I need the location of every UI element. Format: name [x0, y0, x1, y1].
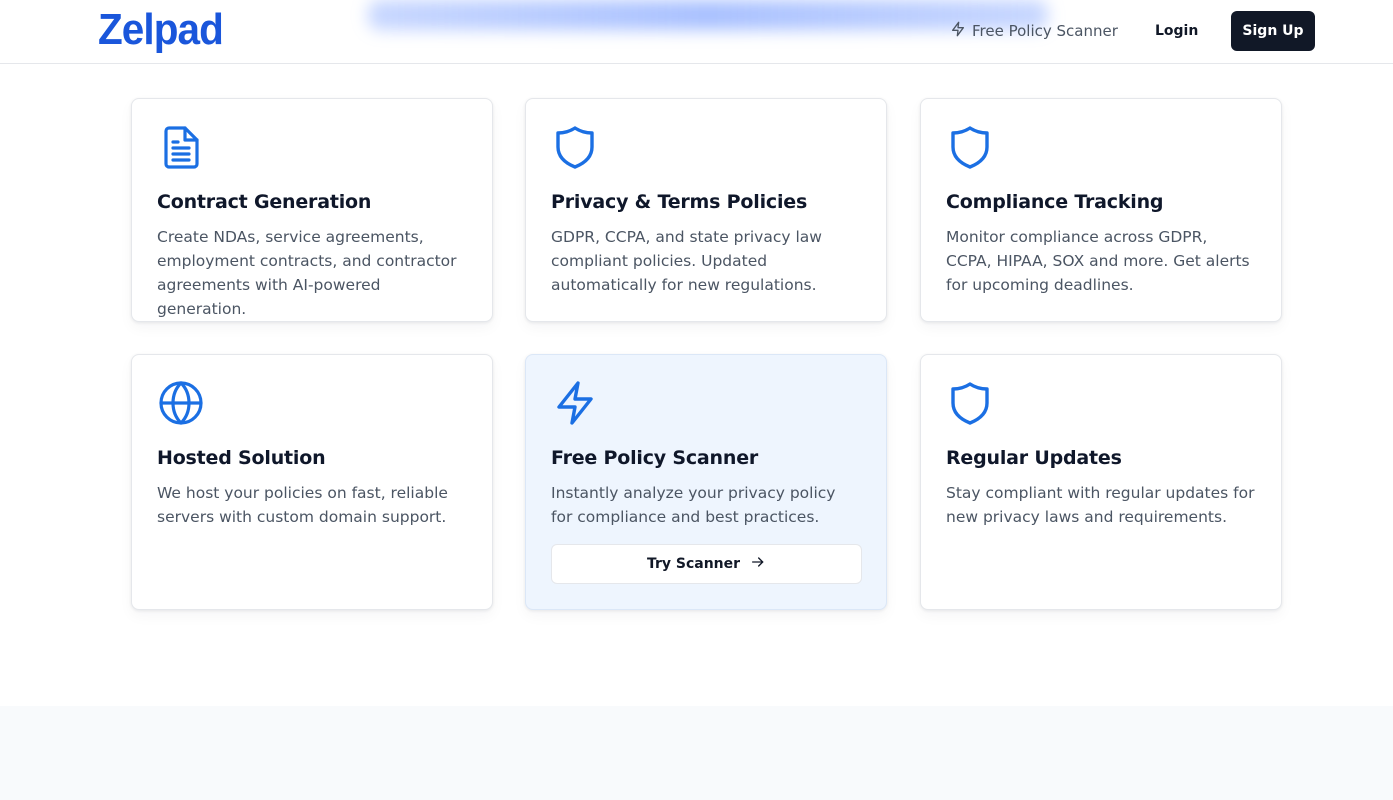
feature-title: Privacy & Terms Policies: [551, 191, 808, 213]
nav-free-policy-scanner-label: Free Policy Scanner: [972, 22, 1118, 40]
document-icon: [157, 123, 205, 171]
next-section-background: [0, 706, 1393, 800]
zelpad-logo[interactable]: Zelpad: [98, 2, 224, 58]
feature-title: Contract Generation: [157, 191, 372, 213]
top-navigation-bar: Zelpad Free Policy Scanner Login Sign Up: [0, 0, 1393, 64]
sign-up-button[interactable]: Sign Up: [1231, 11, 1315, 51]
feature-description: Create NDAs, service agreements, employm…: [157, 228, 457, 318]
feature-card-free-policy-scanner: Free Policy Scanner Instantly analyze yo…: [525, 354, 887, 610]
feature-card-privacy-terms-policies: Privacy & Terms Policies GDPR, CCPA, and…: [525, 98, 887, 322]
arrow-right-icon: [750, 554, 766, 574]
nav-free-policy-scanner-link[interactable]: Free Policy Scanner: [950, 18, 1118, 44]
feature-card-regular-updates: Regular Updates Stay compliant with regu…: [920, 354, 1282, 610]
feature-title: Regular Updates: [946, 447, 1122, 469]
login-link[interactable]: Login: [1155, 20, 1198, 42]
shield-icon: [946, 123, 994, 171]
feature-description: Instantly analyze your privacy policy fo…: [551, 484, 836, 526]
lightning-icon: [950, 21, 966, 41]
shield-icon: [946, 379, 994, 427]
blurred-announcement-banner: [368, 0, 1048, 30]
feature-card-compliance-tracking: Compliance Tracking Monitor compliance a…: [920, 98, 1282, 322]
feature-title: Hosted Solution: [157, 447, 326, 469]
feature-description: GDPR, CCPA, and state privacy law compli…: [551, 228, 822, 294]
feature-title: Compliance Tracking: [946, 191, 1164, 213]
try-scanner-button[interactable]: Try Scanner: [551, 544, 862, 584]
feature-description: We host your policies on fast, reliable …: [157, 484, 448, 526]
feature-title: Free Policy Scanner: [551, 447, 759, 469]
feature-description: Monitor compliance across GDPR, CCPA, HI…: [946, 228, 1250, 294]
try-scanner-label: Try Scanner: [646, 556, 741, 572]
lightning-icon: [551, 379, 599, 427]
feature-description: Stay compliant with regular updates for …: [946, 484, 1255, 526]
feature-card-contract-generation: Contract Generation Create NDAs, service…: [131, 98, 493, 322]
globe-icon: [157, 379, 205, 427]
shield-icon: [551, 123, 599, 171]
feature-card-hosted-solution: Hosted Solution We host your policies on…: [131, 354, 493, 610]
